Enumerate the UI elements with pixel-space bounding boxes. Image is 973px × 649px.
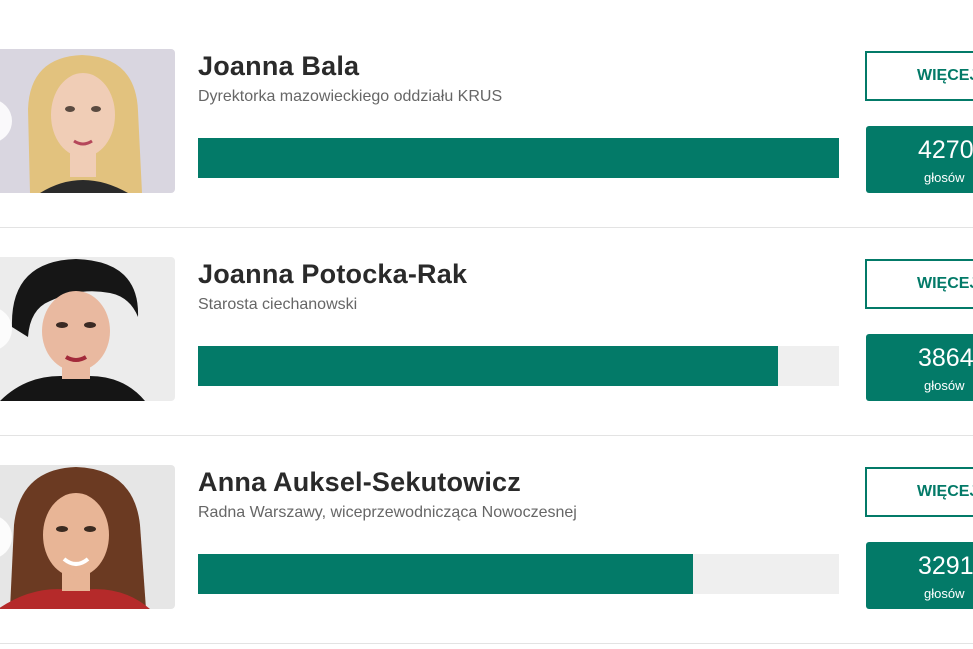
vote-bar bbox=[198, 138, 839, 178]
candidate-list: Joanna Bala Dyrektorka mazowieckiego odd… bbox=[0, 0, 973, 649]
portrait-image bbox=[0, 257, 175, 401]
candidate-name: Anna Auksel-Sekutowicz bbox=[198, 467, 521, 497]
portrait-image bbox=[0, 49, 175, 193]
candidate-row: Joanna Potocka-Rak Starosta ciechanowski… bbox=[0, 228, 973, 436]
candidate-role: Starosta ciechanowski bbox=[198, 296, 358, 313]
votes-count: 4270 bbox=[918, 136, 973, 164]
candidate-photo[interactable] bbox=[0, 49, 175, 193]
votes-count: 3864 bbox=[918, 344, 973, 372]
votes-label: głosów bbox=[924, 586, 965, 601]
vote-bar bbox=[198, 554, 839, 594]
vote-bar-fill bbox=[198, 138, 839, 178]
candidate-role: Dyrektorka mazowieckiego oddziału KRUS bbox=[198, 88, 503, 105]
candidate-role: Radna Warszawy, wiceprzewodnicząca Nowoc… bbox=[198, 504, 577, 521]
candidate-name: Joanna Bala bbox=[198, 51, 360, 81]
vote-bar bbox=[198, 346, 839, 386]
more-button[interactable]: WIĘCEJ bbox=[865, 51, 973, 101]
vote-bar-fill bbox=[198, 346, 779, 386]
more-button[interactable]: WIĘCEJ bbox=[865, 467, 973, 517]
votes-box: 3291 głosów bbox=[866, 542, 973, 609]
more-button[interactable]: WIĘCEJ bbox=[865, 259, 973, 309]
candidate-row: Joanna Bala Dyrektorka mazowieckiego odd… bbox=[0, 20, 973, 228]
candidate-row: Anna Auksel-Sekutowicz Radna Warszawy, w… bbox=[0, 436, 973, 644]
votes-box: 4270 głosów bbox=[866, 126, 973, 193]
candidate-name: Joanna Potocka-Rak bbox=[198, 259, 468, 289]
votes-box: 3864 głosów bbox=[866, 334, 973, 401]
votes-label: głosów bbox=[924, 170, 965, 185]
portrait-image bbox=[0, 465, 175, 609]
candidate-photo[interactable] bbox=[0, 465, 175, 609]
vote-bar-fill bbox=[198, 554, 693, 594]
votes-label: głosów bbox=[924, 378, 965, 393]
votes-count: 3291 bbox=[918, 552, 973, 580]
candidate-photo[interactable] bbox=[0, 257, 175, 401]
